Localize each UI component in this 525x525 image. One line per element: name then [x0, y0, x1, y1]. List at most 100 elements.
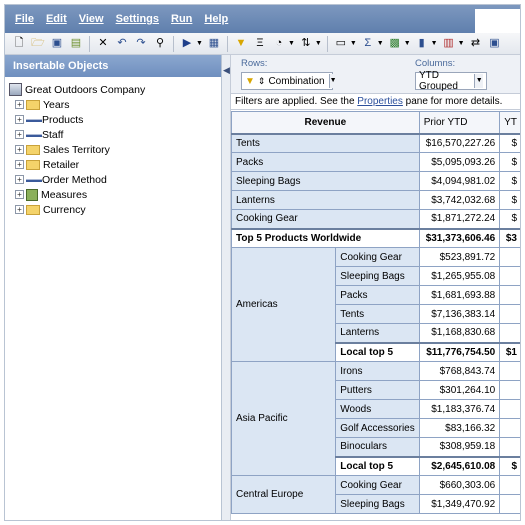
value-cell[interactable] [499, 494, 520, 514]
menu-edit[interactable]: Edit [46, 13, 67, 25]
subtotal-value-cell[interactable]: $1 [499, 341, 520, 362]
chart-type-menu-icon[interactable]: ▼ [350, 40, 357, 47]
value-cell[interactable] [499, 418, 520, 438]
value-cell[interactable] [499, 304, 520, 324]
sort-menu-icon[interactable]: ▼ [315, 40, 322, 47]
columns-dropzone[interactable]: YTD Grouped ▼ [415, 70, 487, 92]
value-cell[interactable]: $1,681,693.88 [418, 285, 501, 305]
row-header[interactable]: Binoculars [335, 437, 420, 457]
value-cell[interactable] [499, 361, 520, 381]
rows-dropzone[interactable]: ▼ ⇕ Combination ▼ [241, 72, 337, 90]
value-cell[interactable]: $4,094,981.02 [418, 171, 501, 191]
value-cell[interactable]: $5,095,093.26 [418, 152, 501, 172]
column-header-ytd[interactable]: YT [499, 111, 520, 135]
chart-type-icon[interactable]: ▭ [333, 36, 349, 52]
value-cell[interactable]: $7,136,383.14 [418, 304, 501, 324]
calculation-menu-icon[interactable]: ▼ [288, 40, 295, 47]
redo-icon[interactable]: ↷ [133, 36, 149, 52]
subtotal-value-cell[interactable]: $2,645,610.08 [418, 455, 501, 476]
value-cell[interactable]: $ [499, 209, 520, 229]
value-cell[interactable] [499, 285, 520, 305]
expand-icon[interactable]: + [15, 160, 24, 169]
open-icon[interactable]: 🗁 [30, 36, 46, 52]
tree-item-measures[interactable]: + Measures [9, 187, 221, 202]
run-icon[interactable]: ▶ [179, 36, 195, 52]
value-cell[interactable]: $3,742,032.68 [418, 190, 501, 210]
run-menu-icon[interactable]: ▼ [196, 40, 203, 47]
view-tabular-icon[interactable]: ▦ [206, 36, 222, 52]
column-header-prior-ytd[interactable]: Prior YTD [418, 111, 501, 135]
new-icon[interactable]: 🗋 [11, 36, 27, 52]
subtotal-row-header[interactable]: Local top 5 [335, 341, 420, 362]
value-cell[interactable]: $83,166.32 [418, 418, 501, 438]
value-cell[interactable]: $1,183,376.74 [418, 399, 501, 419]
row-header[interactable]: Cooking Gear [335, 247, 420, 267]
swap-icon[interactable]: ⇄ [468, 36, 484, 52]
row-header[interactable]: Cooking Gear [335, 475, 420, 495]
row-header[interactable]: Lanterns [231, 190, 420, 210]
value-cell[interactable]: $16,570,227.26 [418, 133, 501, 153]
value-cell[interactable]: $1,265,955.08 [418, 266, 501, 286]
summary-menu-icon[interactable]: ▼ [377, 40, 384, 47]
menu-help[interactable]: Help [204, 13, 228, 25]
bar-chart-icon[interactable]: ▮ [414, 36, 430, 52]
tree-item-retailer[interactable]: + Retailer [9, 157, 221, 172]
tree-item-years[interactable]: + Years [9, 97, 221, 112]
row-header[interactable]: Sleeping Bags [335, 266, 420, 286]
bar-chart-menu-icon[interactable]: ▼ [431, 40, 438, 47]
filter-icon[interactable]: ▼ [233, 36, 249, 52]
nest-icon[interactable]: ▣ [487, 36, 503, 52]
row-header[interactable]: Tents [335, 304, 420, 324]
tree-item-order-method[interactable]: + ▬▬ Order Method [9, 172, 221, 187]
row-header[interactable]: Sleeping Bags [231, 171, 420, 191]
value-cell[interactable]: $523,891.72 [418, 247, 501, 267]
value-cell[interactable] [499, 380, 520, 400]
explain-menu-icon[interactable]: ▼ [404, 40, 411, 47]
total-value-cell[interactable]: $3 [499, 227, 520, 248]
tree-root[interactable]: Great Outdoors Company [9, 82, 221, 97]
row-header[interactable]: Woods [335, 399, 420, 419]
value-cell[interactable] [499, 323, 520, 343]
panel-splitter[interactable]: ◀ [222, 55, 231, 520]
properties-link[interactable]: Properties [357, 96, 403, 107]
tree-item-sales-territory[interactable]: + Sales Territory [9, 142, 221, 157]
value-cell[interactable] [499, 266, 520, 286]
chart-menu-icon[interactable]: ▼ [458, 40, 465, 47]
value-cell[interactable]: $ [499, 133, 520, 153]
tree-item-staff[interactable]: + ▬▬ Staff [9, 127, 221, 142]
subtotal-row-header[interactable]: Local top 5 [335, 455, 420, 476]
explain-icon[interactable]: ▩ [387, 36, 403, 52]
value-cell[interactable]: $301,264.10 [418, 380, 501, 400]
expand-icon[interactable]: + [15, 175, 24, 184]
row-header[interactable]: Irons [335, 361, 420, 381]
menu-view[interactable]: View [79, 13, 104, 25]
undo-icon[interactable]: ↶ [114, 36, 130, 52]
expand-icon[interactable]: + [15, 100, 24, 109]
value-cell[interactable]: $ [499, 190, 520, 210]
expand-icon[interactable]: + [15, 205, 24, 214]
cut-icon[interactable]: ✕ [95, 36, 111, 52]
crosstab-corner[interactable]: Revenue [231, 111, 420, 135]
find-icon[interactable]: ⚲ [152, 36, 168, 52]
value-cell[interactable]: $768,843.74 [418, 361, 501, 381]
expand-icon[interactable]: + [15, 190, 24, 199]
menu-run[interactable]: Run [171, 13, 192, 25]
subtotal-value-cell[interactable]: $11,776,754.50 [418, 341, 501, 362]
value-cell[interactable] [499, 475, 520, 495]
sort-icon[interactable]: ⇅ [298, 36, 314, 52]
row-header[interactable]: Putters [335, 380, 420, 400]
subtotal-value-cell[interactable]: $ [499, 455, 520, 476]
value-cell[interactable]: $1,871,272.24 [418, 209, 501, 229]
row-header[interactable]: Golf Accessories [335, 418, 420, 438]
suppress-icon[interactable]: Ξ [252, 36, 268, 52]
value-cell[interactable] [499, 399, 520, 419]
tree-item-currency[interactable]: + Currency [9, 202, 221, 217]
row-header[interactable]: Lanterns [335, 323, 420, 343]
collapse-panel-icon[interactable]: ◀ [223, 65, 230, 76]
value-cell[interactable]: $1,349,470.92 [418, 494, 501, 514]
save-as-icon[interactable]: ▤ [68, 36, 84, 52]
summary-icon[interactable]: Σ [360, 36, 376, 52]
value-cell[interactable] [499, 437, 520, 457]
expand-icon[interactable]: + [15, 115, 24, 124]
value-cell[interactable]: $1,168,830.68 [418, 323, 501, 343]
